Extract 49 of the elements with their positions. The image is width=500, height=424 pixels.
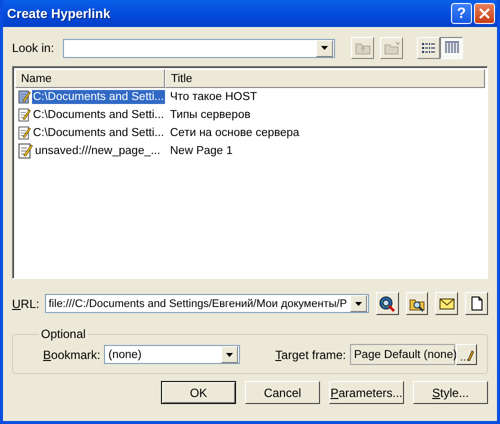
dropdown-arrow-icon bbox=[321, 46, 328, 50]
group-label: Optional bbox=[40, 327, 87, 341]
close-button[interactable] bbox=[474, 3, 495, 24]
folder-up-icon bbox=[354, 41, 370, 55]
page-title: Что такое HOST bbox=[169, 91, 258, 103]
web-button[interactable] bbox=[376, 292, 399, 315]
details-view-icon bbox=[444, 41, 460, 55]
envelope-icon bbox=[438, 298, 455, 310]
file-name[interactable]: C:\Documents and Setti... bbox=[32, 90, 165, 104]
column-header[interactable]: Name bbox=[15, 69, 165, 88]
url-dropdown[interactable]: file:///C:/Documents and Settings/Евгений/Мои документы/P bbox=[44, 294, 369, 313]
details-view-button[interactable] bbox=[440, 37, 463, 59]
pencil-icon bbox=[460, 348, 474, 360]
email-button[interactable] bbox=[435, 292, 458, 315]
page-edit-icon bbox=[18, 143, 33, 159]
bookmark-dropdown[interactable]: (none) bbox=[104, 345, 240, 364]
window-title: Create Hyperlink bbox=[7, 6, 112, 21]
dropdown-arrow-icon bbox=[226, 352, 234, 356]
file-button[interactable] bbox=[406, 292, 428, 315]
target-frame-label: Target frame: bbox=[275, 348, 346, 362]
page-edit-icon bbox=[18, 125, 31, 141]
target-frame-field: Page Default (none) bbox=[350, 344, 455, 365]
page-title: New Page 1 bbox=[169, 145, 234, 157]
globe-search-icon bbox=[379, 296, 396, 312]
new-page-button[interactable] bbox=[465, 292, 488, 315]
blank-page-icon bbox=[470, 296, 483, 311]
bookmark-label: Bookmark: bbox=[43, 348, 100, 362]
list-view-icon bbox=[420, 41, 436, 55]
close-icon bbox=[479, 8, 490, 19]
file-name[interactable]: C:\Documents and Setti... bbox=[32, 108, 165, 122]
list-view-button[interactable] bbox=[417, 37, 440, 59]
page-edit-icon bbox=[18, 89, 31, 105]
help-button[interactable]: ? bbox=[451, 3, 472, 24]
file-name[interactable]: unsaved:///new_page_... bbox=[34, 144, 162, 158]
column-header[interactable]: Title bbox=[165, 69, 485, 88]
look-in-label: Look in: bbox=[12, 41, 56, 55]
page-edit-icon bbox=[18, 107, 31, 123]
page-title: Сети на основе сервера bbox=[169, 127, 300, 139]
dropdown-arrow-icon bbox=[354, 302, 362, 306]
dialog-button[interactable]: Parameters... bbox=[329, 381, 404, 404]
edit-button[interactable] bbox=[456, 344, 477, 365]
dialog-button[interactable]: Style... bbox=[413, 381, 488, 404]
dialog-button[interactable]: Cancel bbox=[245, 381, 320, 404]
page-title: Типы серверов bbox=[169, 109, 252, 121]
file-name[interactable]: C:\Documents and Setti... bbox=[32, 126, 165, 140]
new-folder-icon bbox=[384, 41, 400, 55]
look-in-dropdown[interactable] bbox=[63, 38, 335, 58]
url-label: URL: bbox=[12, 296, 40, 310]
dialog-button[interactable]: OK bbox=[161, 381, 236, 404]
